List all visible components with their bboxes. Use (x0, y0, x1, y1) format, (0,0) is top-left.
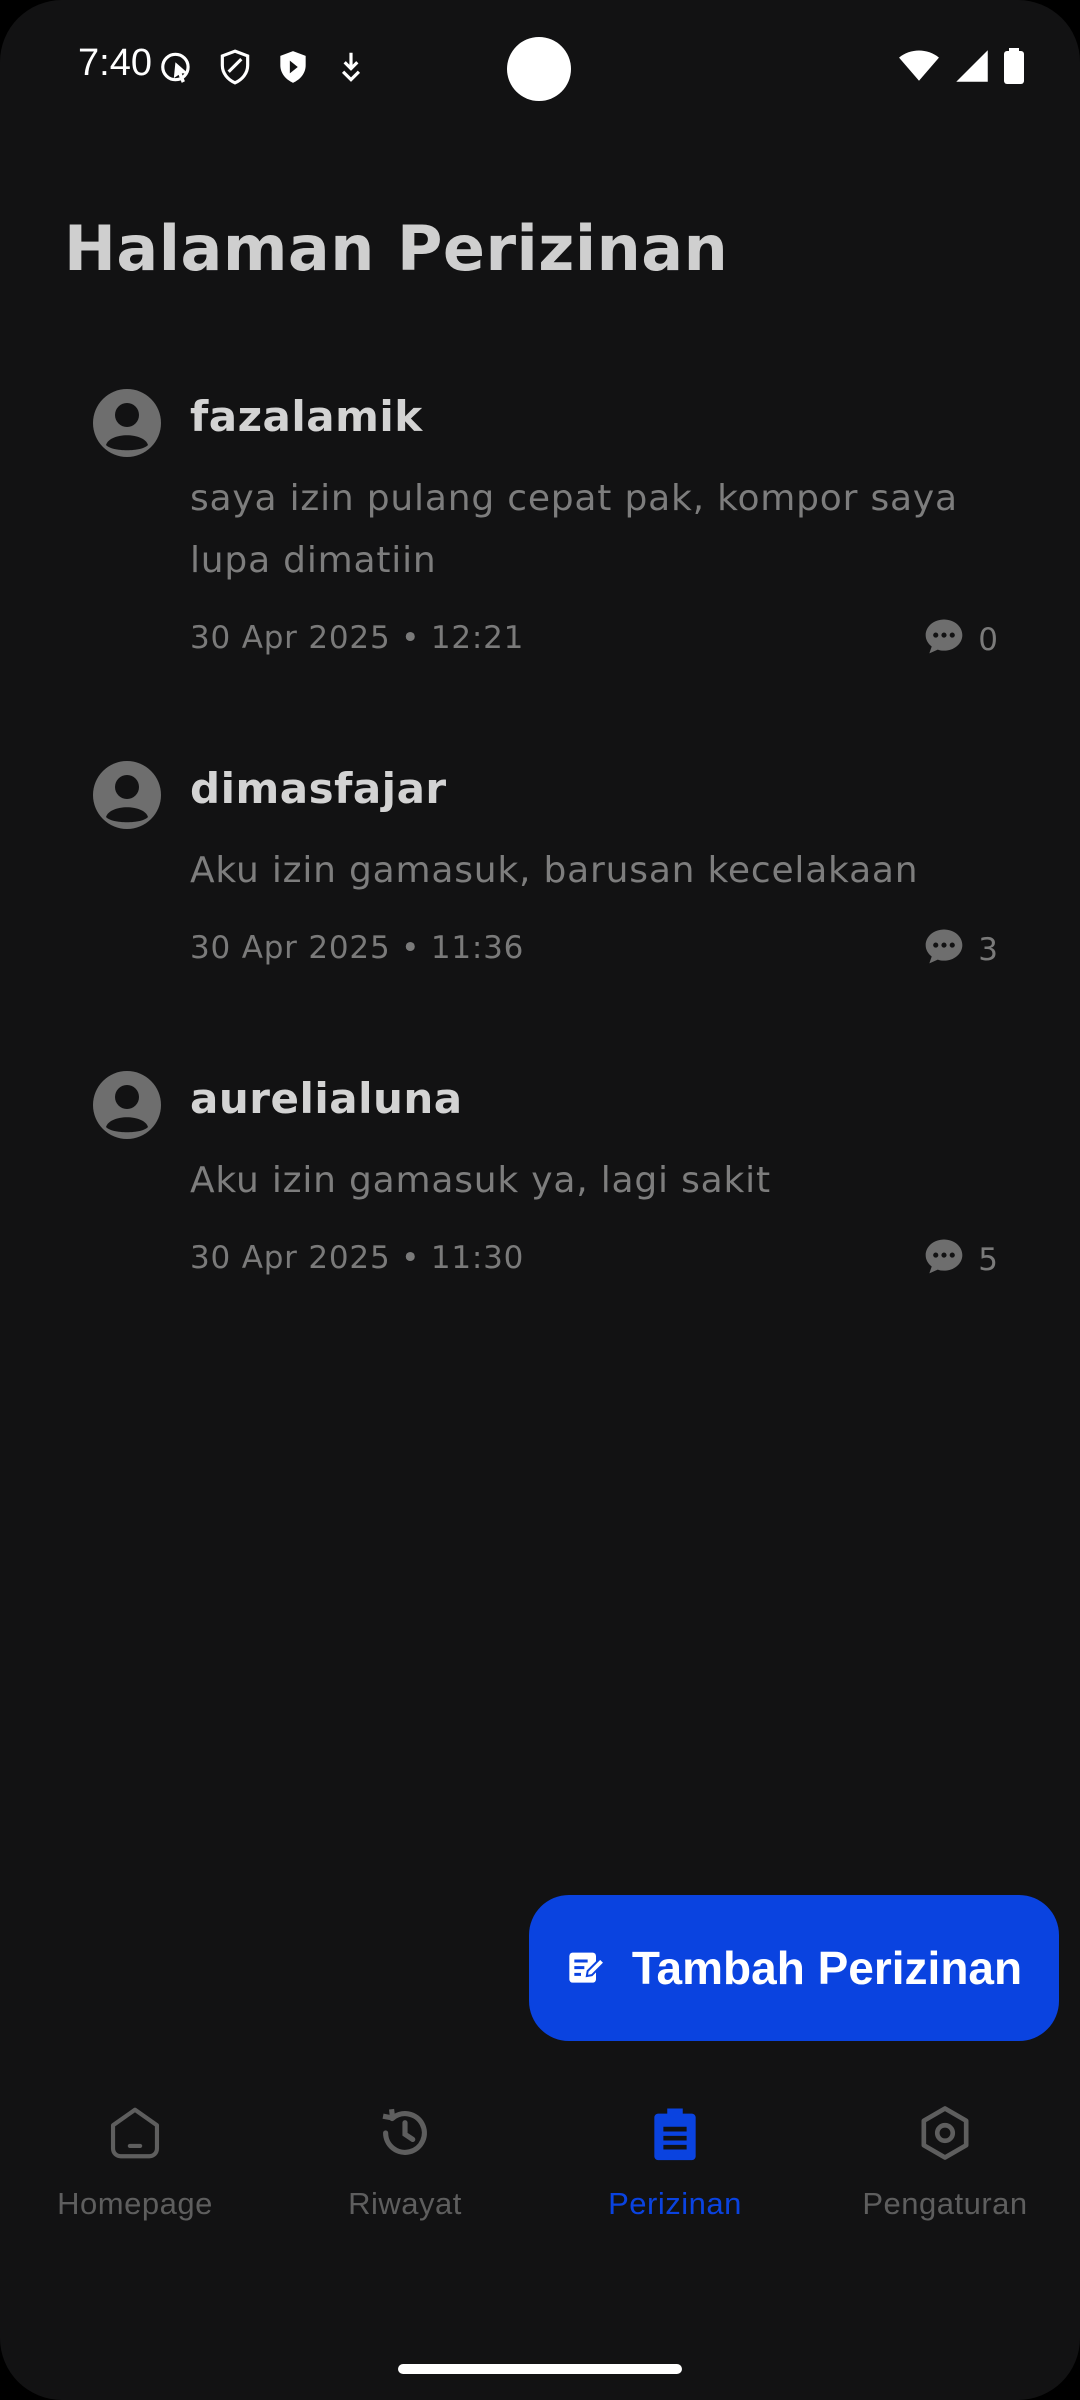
post-message: Aku izin gamasuk, barusan kecelakaan (190, 850, 919, 891)
download-icon (332, 48, 370, 90)
comment-icon (922, 614, 966, 666)
home-indicator[interactable] (398, 2364, 682, 2374)
comment-count[interactable]: 3 (922, 924, 998, 976)
battery-icon (1004, 48, 1024, 88)
clipboard-icon (644, 2102, 706, 2168)
nav-label: Pengaturan (862, 2186, 1028, 2221)
avatar-icon (92, 760, 162, 830)
permission-post[interactable]: fazalamik saya izin pulang cepat pak, ko… (92, 388, 998, 678)
post-username: aurelialuna (190, 1074, 463, 1123)
settings-icon (914, 2102, 976, 2168)
permission-post[interactable]: aurelialuna Aku izin gamasuk ya, lagi sa… (92, 1070, 998, 1290)
avatar-icon (92, 1070, 162, 1140)
comment-count[interactable]: 0 (922, 614, 998, 666)
app-screen: 7:40 Halaman Perizinan fazalamik saya iz… (0, 0, 1080, 2400)
add-permission-button[interactable]: Tambah Perizinan (529, 1895, 1059, 2041)
home-icon (104, 2102, 166, 2168)
nav-label: Homepage (57, 2186, 213, 2221)
comment-count[interactable]: 5 (922, 1234, 998, 1286)
shield-outline-icon (216, 48, 254, 90)
bottom-navigation: Homepage Riwayat Perizinan Pengaturan (0, 2080, 1080, 2240)
post-timestamp: 30 Apr 2025 • 11:36 (190, 930, 525, 966)
comment-icon (922, 1234, 966, 1286)
add-permission-label: Tambah Perizinan (631, 1942, 1023, 1994)
screen-record-icon (158, 48, 196, 90)
comment-count-value: 0 (978, 622, 998, 658)
edit-note-icon (566, 1946, 606, 1990)
nav-label: Perizinan (608, 2186, 742, 2221)
nav-item-perizinan[interactable]: Perizinan (540, 2080, 810, 2240)
post-username: dimasfajar (190, 764, 447, 813)
permission-post[interactable]: dimasfajar Aku izin gamasuk, barusan kec… (92, 760, 998, 980)
post-username: fazalamik (190, 392, 423, 441)
nav-item-homepage[interactable]: Homepage (0, 2080, 270, 2240)
status-icons-left (158, 48, 370, 90)
nav-item-riwayat[interactable]: Riwayat (270, 2080, 540, 2240)
status-icons-right (898, 48, 1024, 88)
comment-count-value: 5 (978, 1242, 998, 1278)
nav-item-pengaturan[interactable]: Pengaturan (810, 2080, 1080, 2240)
signal-icon (954, 48, 990, 88)
comment-count-value: 3 (978, 932, 998, 968)
status-time: 7:40 (78, 42, 152, 84)
avatar-icon (92, 388, 162, 458)
camera-cutout (507, 37, 571, 101)
post-message: Aku izin gamasuk ya, lagi sakit (190, 1160, 771, 1201)
shield-play-icon (274, 48, 312, 90)
status-bar: 7:40 (0, 0, 1080, 130)
post-timestamp: 30 Apr 2025 • 11:30 (190, 1240, 525, 1276)
comment-icon (922, 924, 966, 976)
nav-label: Riwayat (348, 2186, 462, 2221)
wifi-icon (898, 48, 940, 88)
post-timestamp: 30 Apr 2025 • 12:21 (190, 620, 525, 656)
post-message: saya izin pulang cepat pak, kompor saya … (190, 478, 958, 581)
history-icon (374, 2102, 436, 2168)
page-title: Halaman Perizinan (64, 212, 729, 285)
